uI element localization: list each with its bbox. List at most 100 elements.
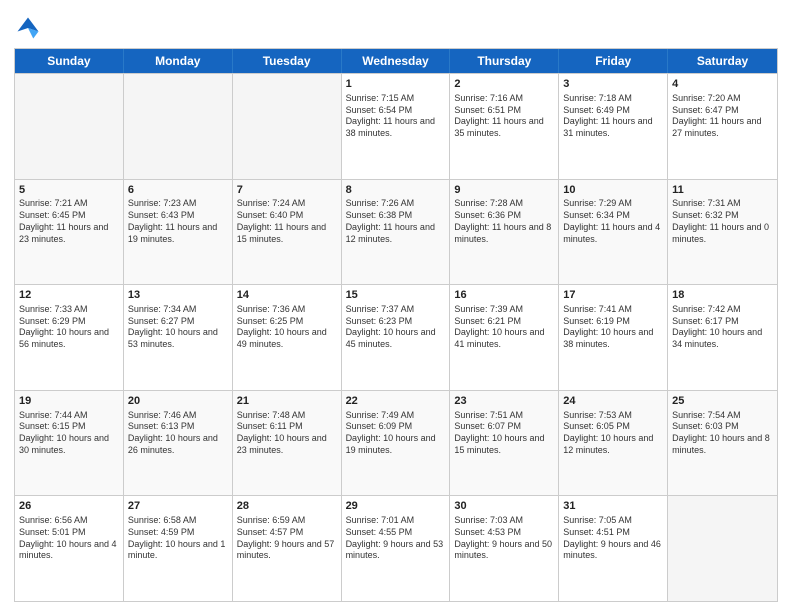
day-content: Sunrise: 7:53 AM Sunset: 6:05 PM Dayligh… <box>563 410 663 457</box>
day-number: 11 <box>672 183 773 198</box>
logo <box>14 14 44 42</box>
day-cell-17: 17Sunrise: 7:41 AM Sunset: 6:19 PM Dayli… <box>559 285 668 390</box>
day-content: Sunrise: 7:20 AM Sunset: 6:47 PM Dayligh… <box>672 93 773 140</box>
day-number: 2 <box>454 77 554 92</box>
logo-icon <box>14 14 42 42</box>
calendar: SundayMondayTuesdayWednesdayThursdayFrid… <box>14 48 778 602</box>
day-number: 10 <box>563 183 663 198</box>
day-content: Sunrise: 7:48 AM Sunset: 6:11 PM Dayligh… <box>237 410 337 457</box>
day-content: Sunrise: 7:37 AM Sunset: 6:23 PM Dayligh… <box>346 304 446 351</box>
day-number: 13 <box>128 288 228 303</box>
day-cell-27: 27Sunrise: 6:58 AM Sunset: 4:59 PM Dayli… <box>124 496 233 601</box>
day-content: Sunrise: 7:01 AM Sunset: 4:55 PM Dayligh… <box>346 515 446 562</box>
day-content: Sunrise: 7:44 AM Sunset: 6:15 PM Dayligh… <box>19 410 119 457</box>
day-cell-20: 20Sunrise: 7:46 AM Sunset: 6:13 PM Dayli… <box>124 391 233 496</box>
day-number: 22 <box>346 394 446 409</box>
day-cell-2: 2Sunrise: 7:16 AM Sunset: 6:51 PM Daylig… <box>450 74 559 179</box>
day-header-saturday: Saturday <box>668 49 777 73</box>
day-content: Sunrise: 7:49 AM Sunset: 6:09 PM Dayligh… <box>346 410 446 457</box>
day-number: 17 <box>563 288 663 303</box>
day-number: 7 <box>237 183 337 198</box>
day-content: Sunrise: 7:18 AM Sunset: 6:49 PM Dayligh… <box>563 93 663 140</box>
day-cell-22: 22Sunrise: 7:49 AM Sunset: 6:09 PM Dayli… <box>342 391 451 496</box>
day-number: 5 <box>19 183 119 198</box>
day-cell-5: 5Sunrise: 7:21 AM Sunset: 6:45 PM Daylig… <box>15 180 124 285</box>
day-number: 4 <box>672 77 773 92</box>
day-content: Sunrise: 7:41 AM Sunset: 6:19 PM Dayligh… <box>563 304 663 351</box>
day-number: 1 <box>346 77 446 92</box>
day-cell-14: 14Sunrise: 7:36 AM Sunset: 6:25 PM Dayli… <box>233 285 342 390</box>
day-cell-25: 25Sunrise: 7:54 AM Sunset: 6:03 PM Dayli… <box>668 391 777 496</box>
day-number: 12 <box>19 288 119 303</box>
week-row-1: 1Sunrise: 7:15 AM Sunset: 6:54 PM Daylig… <box>15 73 777 179</box>
day-number: 28 <box>237 499 337 514</box>
day-number: 29 <box>346 499 446 514</box>
day-number: 20 <box>128 394 228 409</box>
header <box>14 10 778 42</box>
day-content: Sunrise: 7:05 AM Sunset: 4:51 PM Dayligh… <box>563 515 663 562</box>
day-number: 26 <box>19 499 119 514</box>
day-cell-1: 1Sunrise: 7:15 AM Sunset: 6:54 PM Daylig… <box>342 74 451 179</box>
day-number: 15 <box>346 288 446 303</box>
day-cell-6: 6Sunrise: 7:23 AM Sunset: 6:43 PM Daylig… <box>124 180 233 285</box>
calendar-body: 1Sunrise: 7:15 AM Sunset: 6:54 PM Daylig… <box>15 73 777 601</box>
day-number: 23 <box>454 394 554 409</box>
day-number: 16 <box>454 288 554 303</box>
day-content: Sunrise: 7:21 AM Sunset: 6:45 PM Dayligh… <box>19 198 119 245</box>
day-number: 6 <box>128 183 228 198</box>
week-row-4: 19Sunrise: 7:44 AM Sunset: 6:15 PM Dayli… <box>15 390 777 496</box>
day-cell-10: 10Sunrise: 7:29 AM Sunset: 6:34 PM Dayli… <box>559 180 668 285</box>
day-number: 24 <box>563 394 663 409</box>
empty-cell <box>668 496 777 601</box>
day-content: Sunrise: 7:29 AM Sunset: 6:34 PM Dayligh… <box>563 198 663 245</box>
day-cell-28: 28Sunrise: 6:59 AM Sunset: 4:57 PM Dayli… <box>233 496 342 601</box>
day-cell-16: 16Sunrise: 7:39 AM Sunset: 6:21 PM Dayli… <box>450 285 559 390</box>
day-cell-30: 30Sunrise: 7:03 AM Sunset: 4:53 PM Dayli… <box>450 496 559 601</box>
day-content: Sunrise: 7:36 AM Sunset: 6:25 PM Dayligh… <box>237 304 337 351</box>
day-header-sunday: Sunday <box>15 49 124 73</box>
day-content: Sunrise: 7:16 AM Sunset: 6:51 PM Dayligh… <box>454 93 554 140</box>
day-number: 9 <box>454 183 554 198</box>
page: SundayMondayTuesdayWednesdayThursdayFrid… <box>0 0 792 612</box>
day-cell-12: 12Sunrise: 7:33 AM Sunset: 6:29 PM Dayli… <box>15 285 124 390</box>
day-content: Sunrise: 7:24 AM Sunset: 6:40 PM Dayligh… <box>237 198 337 245</box>
day-cell-11: 11Sunrise: 7:31 AM Sunset: 6:32 PM Dayli… <box>668 180 777 285</box>
day-content: Sunrise: 7:31 AM Sunset: 6:32 PM Dayligh… <box>672 198 773 245</box>
day-content: Sunrise: 7:46 AM Sunset: 6:13 PM Dayligh… <box>128 410 228 457</box>
day-cell-26: 26Sunrise: 6:56 AM Sunset: 5:01 PM Dayli… <box>15 496 124 601</box>
day-header-monday: Monday <box>124 49 233 73</box>
day-number: 3 <box>563 77 663 92</box>
day-cell-9: 9Sunrise: 7:28 AM Sunset: 6:36 PM Daylig… <box>450 180 559 285</box>
day-content: Sunrise: 7:28 AM Sunset: 6:36 PM Dayligh… <box>454 198 554 245</box>
day-number: 19 <box>19 394 119 409</box>
day-cell-23: 23Sunrise: 7:51 AM Sunset: 6:07 PM Dayli… <box>450 391 559 496</box>
day-number: 25 <box>672 394 773 409</box>
day-header-friday: Friday <box>559 49 668 73</box>
day-number: 8 <box>346 183 446 198</box>
day-content: Sunrise: 7:54 AM Sunset: 6:03 PM Dayligh… <box>672 410 773 457</box>
day-header-wednesday: Wednesday <box>342 49 451 73</box>
day-cell-8: 8Sunrise: 7:26 AM Sunset: 6:38 PM Daylig… <box>342 180 451 285</box>
day-cell-24: 24Sunrise: 7:53 AM Sunset: 6:05 PM Dayli… <box>559 391 668 496</box>
day-cell-21: 21Sunrise: 7:48 AM Sunset: 6:11 PM Dayli… <box>233 391 342 496</box>
day-content: Sunrise: 7:26 AM Sunset: 6:38 PM Dayligh… <box>346 198 446 245</box>
empty-cell <box>233 74 342 179</box>
day-content: Sunrise: 7:51 AM Sunset: 6:07 PM Dayligh… <box>454 410 554 457</box>
day-content: Sunrise: 7:42 AM Sunset: 6:17 PM Dayligh… <box>672 304 773 351</box>
day-content: Sunrise: 7:23 AM Sunset: 6:43 PM Dayligh… <box>128 198 228 245</box>
day-header-tuesday: Tuesday <box>233 49 342 73</box>
calendar-header-row: SundayMondayTuesdayWednesdayThursdayFrid… <box>15 49 777 73</box>
day-content: Sunrise: 7:03 AM Sunset: 4:53 PM Dayligh… <box>454 515 554 562</box>
day-cell-13: 13Sunrise: 7:34 AM Sunset: 6:27 PM Dayli… <box>124 285 233 390</box>
day-number: 21 <box>237 394 337 409</box>
day-number: 18 <box>672 288 773 303</box>
day-cell-7: 7Sunrise: 7:24 AM Sunset: 6:40 PM Daylig… <box>233 180 342 285</box>
day-cell-18: 18Sunrise: 7:42 AM Sunset: 6:17 PM Dayli… <box>668 285 777 390</box>
day-content: Sunrise: 6:59 AM Sunset: 4:57 PM Dayligh… <box>237 515 337 562</box>
day-cell-3: 3Sunrise: 7:18 AM Sunset: 6:49 PM Daylig… <box>559 74 668 179</box>
day-content: Sunrise: 6:56 AM Sunset: 5:01 PM Dayligh… <box>19 515 119 562</box>
day-cell-4: 4Sunrise: 7:20 AM Sunset: 6:47 PM Daylig… <box>668 74 777 179</box>
day-cell-31: 31Sunrise: 7:05 AM Sunset: 4:51 PM Dayli… <box>559 496 668 601</box>
day-header-thursday: Thursday <box>450 49 559 73</box>
empty-cell <box>15 74 124 179</box>
